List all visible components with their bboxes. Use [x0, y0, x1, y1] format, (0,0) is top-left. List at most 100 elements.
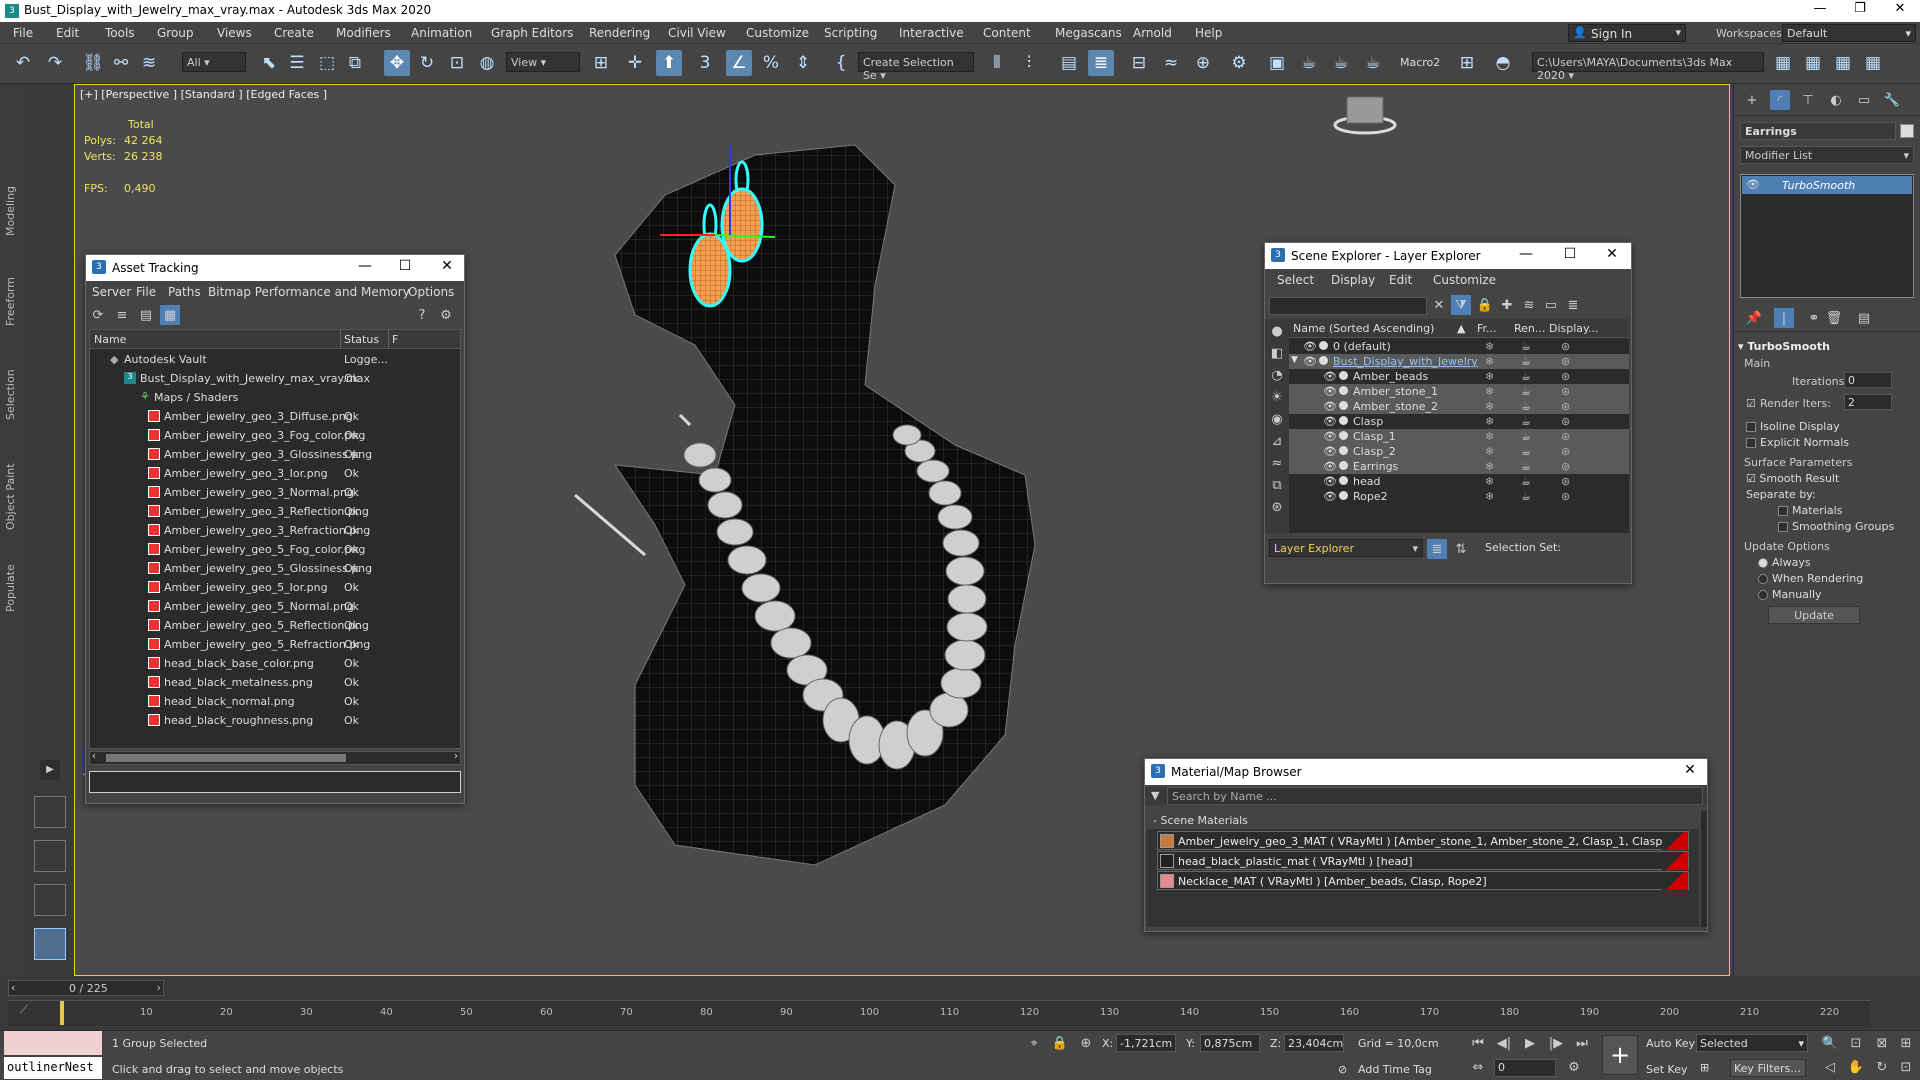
- display-all-icon[interactable]: ●: [1267, 321, 1287, 341]
- table-row[interactable]: Amber_jewelry_geo_3_Reflection.png Ok: [90, 502, 460, 521]
- help-icon[interactable]: ?: [412, 305, 432, 325]
- freeze-icon[interactable]: ❄: [1485, 415, 1494, 428]
- table-row[interactable]: 3 Bust_Display_with_Jewelry_max_vray.max…: [90, 369, 460, 388]
- close-button[interactable]: ✕: [432, 258, 462, 274]
- layout-triple-icon[interactable]: [34, 884, 66, 916]
- bind-space-warp-icon[interactable]: ≋: [136, 50, 162, 76]
- ribbon-tab[interactable]: Freeform: [4, 277, 17, 326]
- prev-key-icon[interactable]: ◀|: [1494, 1033, 1514, 1053]
- minimize-button[interactable]: —: [1511, 246, 1541, 262]
- render-icon[interactable]: ☕: [1521, 340, 1531, 353]
- table-row[interactable]: Amber_jewelry_geo_5_Normal.png Ok: [90, 597, 460, 616]
- time-config-icon[interactable]: ⚙: [1564, 1057, 1584, 1077]
- menu-item[interactable]: Animation: [411, 26, 472, 40]
- select-scale-icon[interactable]: ⊡: [444, 50, 470, 76]
- zoom-icon[interactable]: 🔍: [1820, 1033, 1840, 1053]
- shapes-filter-icon[interactable]: ◔: [1267, 365, 1287, 385]
- table-row[interactable]: Amber_jewelry_geo_5_Glossiness.png Ok: [90, 559, 460, 578]
- menu-item[interactable]: Arnold: [1133, 26, 1172, 40]
- next-key-icon[interactable]: |▶: [1546, 1033, 1566, 1053]
- angle-snap-icon[interactable]: ∠: [726, 50, 752, 76]
- workspace-icon-3[interactable]: ▦: [1860, 50, 1886, 76]
- list-view-icon[interactable]: ≡: [112, 305, 132, 325]
- object-name-field[interactable]: Earrings: [1740, 122, 1896, 140]
- col-name[interactable]: Name (Sorted Ascending): [1293, 322, 1434, 335]
- col-freeze[interactable]: Fr...: [1477, 322, 1497, 335]
- asset-menu-item[interactable]: Options: [408, 285, 454, 299]
- goto-end-icon[interactable]: ⏭: [1572, 1033, 1592, 1053]
- layer-row[interactable]: ▼ 👁 Bust_Display_with_Jewelry ❄ ☕ ⊛: [1289, 354, 1629, 369]
- menu-item[interactable]: File: [13, 26, 33, 40]
- render-icon[interactable]: ☕: [1521, 400, 1531, 413]
- pan-icon[interactable]: ✋: [1846, 1057, 1866, 1077]
- ribbon-tab[interactable]: Modeling: [4, 186, 17, 236]
- freeze-icon[interactable]: ❄: [1485, 445, 1494, 458]
- table-row[interactable]: Amber_jewelry_geo_3_Ior.png Ok: [90, 464, 460, 483]
- maxscript-input[interactable]: outlinerNest: [4, 1057, 102, 1079]
- redo-icon[interactable]: ↷: [42, 50, 68, 76]
- y-coord-field[interactable]: 0,875cm: [1200, 1034, 1260, 1052]
- create-selection-dropdown[interactable]: Create Selection Se ▾: [858, 52, 974, 82]
- layer-row[interactable]: 👁 Clasp_1 ❄ ☕ ⊛: [1289, 429, 1629, 444]
- asset-menu-item[interactable]: Bitmap Performance and Memory: [208, 285, 410, 299]
- eye-icon[interactable]: 👁: [1323, 445, 1337, 458]
- display-icon[interactable]: ⊛: [1561, 490, 1570, 503]
- eye-icon[interactable]: 👁: [1323, 475, 1337, 488]
- eye-icon[interactable]: 👁: [1323, 460, 1337, 473]
- x-coord-field[interactable]: -1,721cm: [1116, 1034, 1176, 1052]
- table-row[interactable]: head_black_base_color.png Ok: [90, 654, 460, 673]
- expand-arrow-icon[interactable]: ▼: [1291, 355, 1298, 365]
- ref-coord-dropdown[interactable]: View ▾: [506, 52, 580, 72]
- eye-icon[interactable]: 👁: [1323, 370, 1337, 383]
- render-setup-icon[interactable]: ⚙: [1226, 50, 1252, 76]
- col-renderable[interactable]: Ren...: [1514, 322, 1545, 335]
- current-frame-input[interactable]: 0: [1494, 1059, 1556, 1077]
- object-color-swatch[interactable]: [1900, 124, 1914, 138]
- goto-start-icon[interactable]: ⏮: [1468, 1033, 1488, 1053]
- render-icon[interactable]: ☕: [1521, 370, 1531, 383]
- table-row[interactable]: Amber_jewelry_geo_5_Fog_color.png Ok: [90, 540, 460, 559]
- close-button[interactable]: ✕: [1675, 762, 1705, 778]
- freeze-icon[interactable]: ❄: [1485, 475, 1494, 488]
- menu-item[interactable]: Content: [983, 26, 1031, 40]
- table-row[interactable]: ⚘ Maps / Shaders: [90, 388, 460, 407]
- material-row[interactable]: Amber_jewelry_geo_3_MAT ( VRayMtl ) [Amb…: [1157, 831, 1689, 850]
- render-icon[interactable]: ☕: [1521, 355, 1531, 368]
- menu-item[interactable]: Customize: [746, 26, 809, 40]
- scene-menu-item[interactable]: Display: [1331, 273, 1375, 287]
- table-row[interactable]: Amber_jewelry_geo_3_Refraction.png Ok: [90, 521, 460, 540]
- menu-item[interactable]: Modifiers: [336, 26, 391, 40]
- display-icon[interactable]: ⊛: [1561, 400, 1570, 413]
- material-row[interactable]: head_black_plastic_mat ( VRayMtl ) [head…: [1157, 851, 1689, 870]
- link-icon[interactable]: ⛓: [80, 50, 106, 76]
- lock-icon[interactable]: 🔒: [1475, 295, 1495, 315]
- freeze-icon[interactable]: ❄: [1485, 370, 1494, 383]
- when-rendering-row[interactable]: When Rendering: [1738, 572, 1918, 588]
- iterations-spinner[interactable]: 0: [1844, 372, 1892, 388]
- layer-row[interactable]: 👁 Earrings ❄ ☕ ⊛: [1289, 459, 1629, 474]
- set-key-button[interactable]: Set Key: [1646, 1063, 1688, 1076]
- menu-item[interactable]: Edit: [56, 26, 79, 40]
- isoline-checkbox[interactable]: [1746, 422, 1756, 432]
- eye-icon[interactable]: 👁: [1746, 178, 1760, 191]
- menu-item[interactable]: Create: [274, 26, 314, 40]
- maxscript-listener[interactable]: [4, 1031, 102, 1055]
- ribbon-tab[interactable]: Selection: [4, 369, 17, 420]
- render-activeshade-icon[interactable]: ☕: [1360, 50, 1386, 76]
- absolute-mode-icon[interactable]: ⊕: [1076, 1033, 1096, 1053]
- select-place-icon[interactable]: ◍: [474, 50, 500, 76]
- eye-icon[interactable]: 👁: [1323, 400, 1337, 413]
- workspace-icon-2[interactable]: ▦: [1830, 50, 1856, 76]
- minimize-button[interactable]: —: [350, 258, 380, 274]
- isolate-selection-icon[interactable]: ⌖: [1024, 1033, 1044, 1053]
- eye-icon[interactable]: 👁: [1323, 415, 1337, 428]
- add-to-layer-icon[interactable]: ≋: [1519, 295, 1539, 315]
- zoom-extents-all-icon[interactable]: ⊞: [1896, 1033, 1916, 1053]
- layer-row[interactable]: 👁 Amber_stone_1 ❄ ☕ ⊛: [1289, 384, 1629, 399]
- configure-sets-icon[interactable]: ▤: [1854, 308, 1874, 328]
- update-button[interactable]: Update: [1768, 606, 1860, 624]
- display-icon[interactable]: ⊛: [1561, 340, 1570, 353]
- menu-item[interactable]: Graph Editors: [491, 26, 573, 40]
- display-icon[interactable]: ⊛: [1561, 445, 1570, 458]
- menu-item[interactable]: Views: [217, 26, 252, 40]
